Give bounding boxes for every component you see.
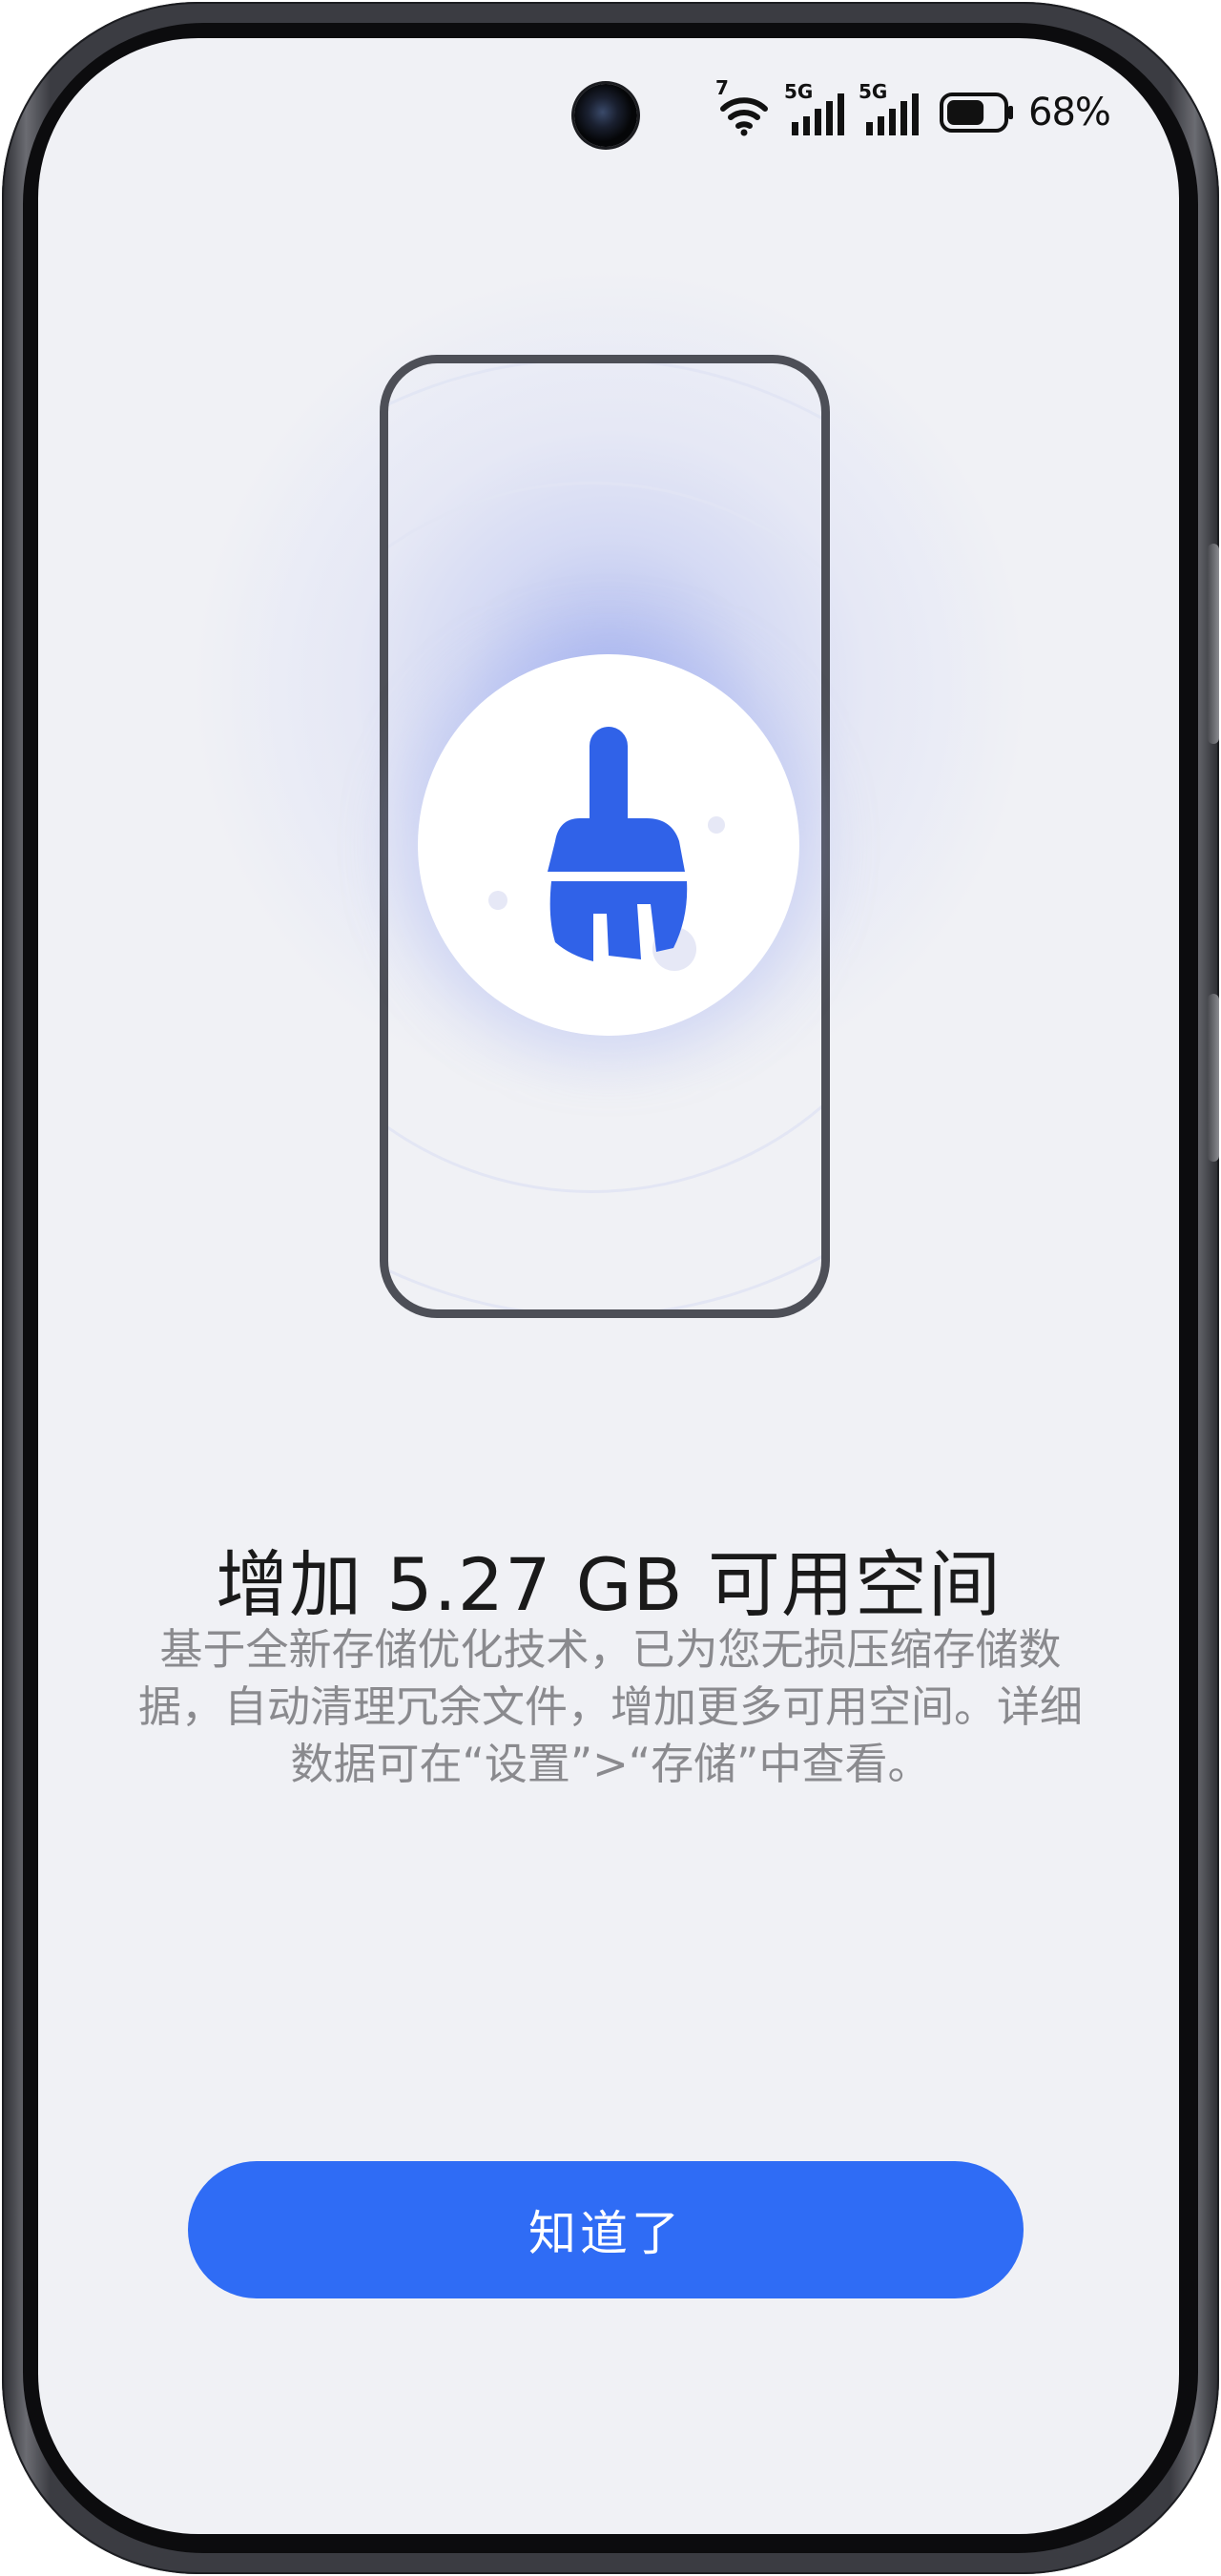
signal-icon: 5G: [859, 80, 921, 137]
power-button: [1208, 994, 1219, 1162]
battery-fill: [947, 100, 984, 125]
battery-icon: [939, 92, 1015, 134]
broom-icon: [548, 727, 688, 961]
volume-button: [1208, 544, 1219, 744]
description-text: 基于全新存储优化技术，已为您无损压缩存储数据，自动清理冗余文件，增加更多可用空间…: [137, 1624, 1083, 1789]
front-camera: [574, 84, 637, 147]
status-bar: 7 5G 5G 68%: [715, 76, 1111, 141]
page-title: 增加 5.27 GB 可用空间: [216, 1542, 1002, 1627]
wifi-icon: 7: [715, 76, 773, 137]
wifi-badge: 7: [715, 76, 729, 99]
got-it-button[interactable]: 知道了: [188, 2161, 1024, 2298]
screen: 7 5G 5G 68% 增加 5.27 GB 可用空间 基于全新存储优化技术，已…: [38, 38, 1179, 2534]
battery-percent: 68%: [1028, 91, 1111, 134]
decor-dot: [488, 891, 507, 910]
decor-dot: [708, 816, 725, 834]
signal-icon: 5G: [784, 80, 847, 137]
